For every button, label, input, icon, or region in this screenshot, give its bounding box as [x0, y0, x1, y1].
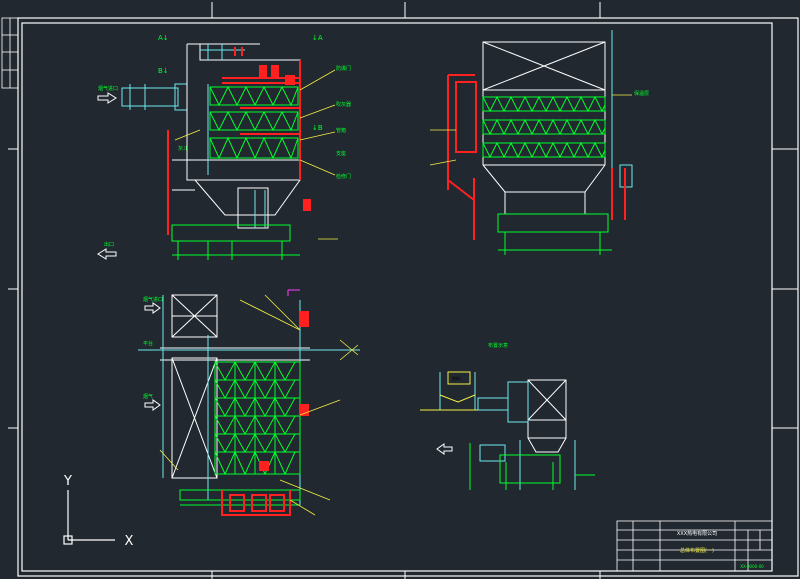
- tube-banks-b: [482, 95, 612, 255]
- inlet-label: 烟气进口: [98, 85, 118, 92]
- view-d-feed-label: 给料: [452, 375, 460, 381]
- title-drawing-name: 总体布置图(一): [680, 547, 714, 554]
- tube-banks-a: [209, 85, 299, 160]
- section-label-b2: ↓B: [312, 124, 323, 132]
- flow-arrow-d-icon: [436, 443, 453, 455]
- view-c-side-label: 烟气: [143, 393, 153, 400]
- view-b-note: 保温层: [634, 90, 649, 97]
- inlet-arrow-icon: [97, 92, 117, 104]
- view-b-side-elevation: 保温层: [429, 30, 649, 255]
- svg-text:管箱: 管箱: [336, 127, 346, 134]
- section-label-a1: A↓: [158, 34, 169, 42]
- red-steel-a: [167, 47, 311, 235]
- view-d-title: 布置示意: [488, 342, 508, 349]
- view-c-top-label: 烟气进口: [143, 296, 163, 303]
- outlet-label: 出口: [104, 241, 114, 248]
- tube-grid-c: [179, 360, 301, 506]
- ucs-x-label: X: [125, 534, 134, 549]
- drawing-border: [17, 17, 799, 577]
- border-ticks: [8, 2, 798, 579]
- title-drawing-no: XX-0000-00: [740, 564, 764, 569]
- svg-text:吹灰器: 吹灰器: [336, 101, 351, 108]
- flow-arrow-c1-icon: [144, 302, 161, 314]
- svg-text:防爆门: 防爆门: [336, 65, 351, 72]
- section-label-a2: ↓A: [312, 34, 323, 42]
- outlet-arrow-icon: [97, 248, 117, 260]
- flow-arrow-c2-icon: [144, 399, 161, 411]
- revision-strip: [1, 17, 19, 89]
- title-project: XXX热电有限公司: [677, 530, 717, 537]
- svg-text:灰斗: 灰斗: [178, 145, 188, 152]
- view-c-plan-label: 平台: [143, 340, 153, 347]
- ucs-y-label: Y: [63, 474, 72, 489]
- ucs-axis-icon: [63, 490, 115, 545]
- svg-text:支座: 支座: [336, 150, 346, 157]
- view-c-plan: 烟气进口 烟气 平台: [138, 289, 360, 516]
- view-d-schematic: 布置示意 给料: [420, 342, 595, 490]
- view-a-front-elevation: 防爆门吹灰器 管箱支座检修门 灰斗 A↓ ↓A B↓ ↓B 烟气进口 出口: [97, 34, 351, 260]
- section-label-b1: B↓: [158, 67, 169, 75]
- svg-text:检修门: 检修门: [336, 173, 351, 180]
- cad-drawing-canvas: 防爆门吹灰器 管箱支座检修门 灰斗 A↓ ↓A B↓ ↓B 烟气进口 出口 保温…: [1, 2, 799, 579]
